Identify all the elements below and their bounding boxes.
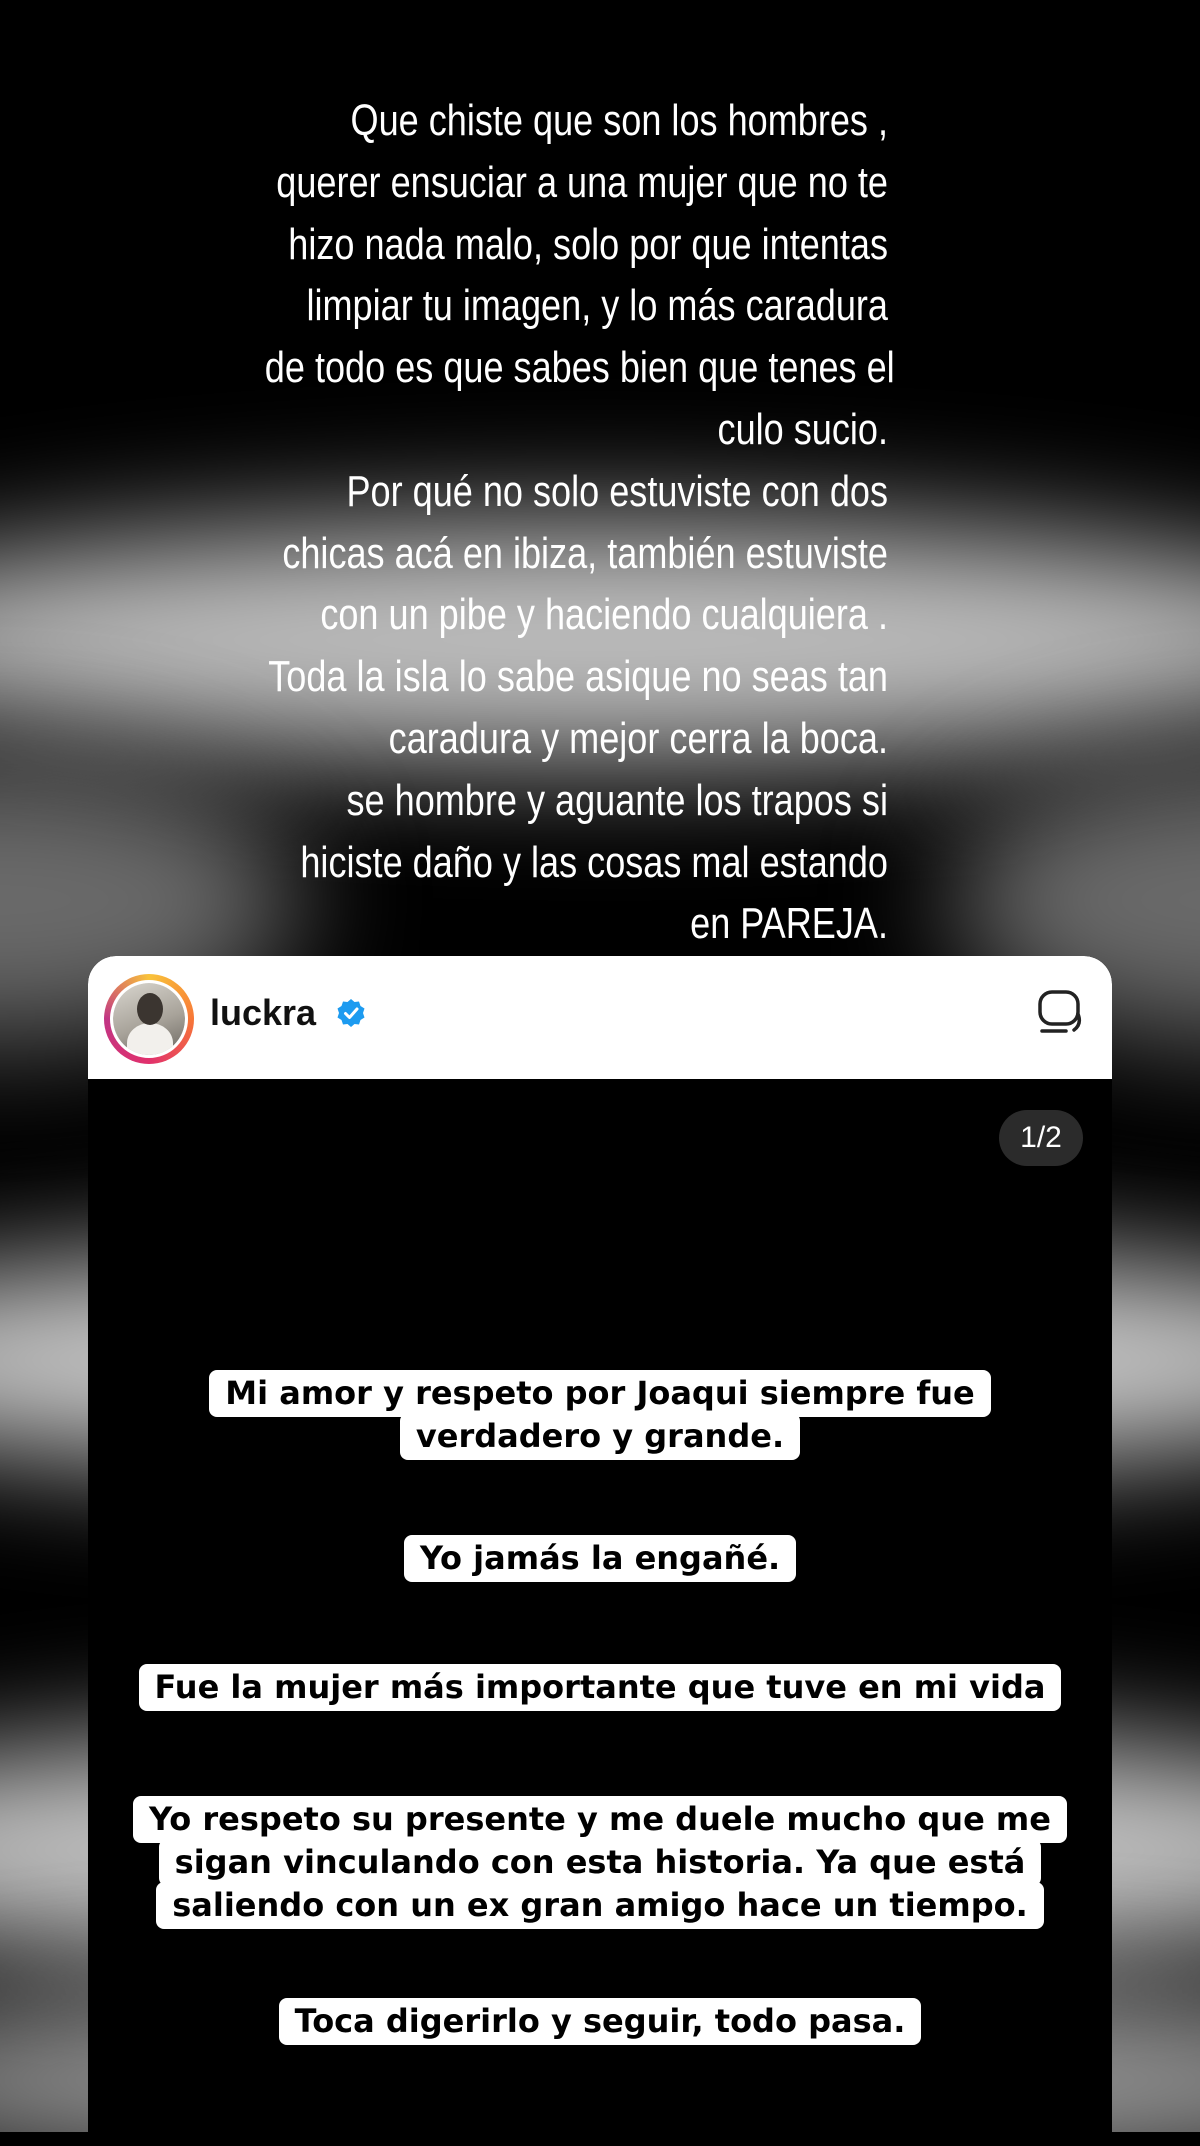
message-block: Yo jamás la engañé. xyxy=(88,1535,1112,1582)
message-line: Yo jamás la engañé. xyxy=(403,1535,797,1582)
message-line: Toca digerirlo y seguir, todo pasa. xyxy=(278,1998,922,2045)
story-text-line: hiciste daño y las cosas mal estando xyxy=(300,837,888,887)
story-text-line: con un pibe y haciendo cualquiera . xyxy=(320,590,888,640)
message-block: Toca digerirlo y seguir, todo pasa. xyxy=(88,1998,1112,2045)
post-header: luckra xyxy=(88,956,1112,1079)
username-link[interactable]: luckra xyxy=(210,992,316,1034)
message-line: Mi amor y respeto por Joaqui siempre fue xyxy=(209,1370,991,1417)
page-counter: 1/2 xyxy=(999,1110,1083,1166)
shared-post[interactable]: luckra 1/2 Mi amor y respeto por Joaqui … xyxy=(88,956,1112,2146)
story-text-line: Por qué no solo estuviste con dos xyxy=(346,466,888,516)
message-bubble-icon[interactable] xyxy=(1032,984,1088,1040)
message-block: Yo respeto su presente y me duele mucho … xyxy=(88,1796,1112,1929)
message-line: Yo respeto su presente y me duele mucho … xyxy=(133,1796,1067,1843)
message-block: Fue la mujer más importante que tuve en … xyxy=(88,1664,1112,1711)
message-block: Mi amor y respeto por Joaqui siempre fue… xyxy=(88,1370,1112,1460)
story-text-line: de todo es que sabes bien que tenes el xyxy=(264,343,895,393)
story-text-line: querer ensuciar a una mujer que no te xyxy=(276,157,888,207)
story-text-line: caradura y mejor cerra la boca. xyxy=(388,713,888,763)
story-text-line: chicas acá en ibiza, también estuviste xyxy=(282,528,888,578)
message-line: verdadero y grande. xyxy=(399,1413,801,1460)
story-text-line: culo sucio. xyxy=(717,404,888,454)
story-text-line: se hombre y aguante los trapos si xyxy=(346,775,888,825)
message-line: Fue la mujer más importante que tuve en … xyxy=(138,1664,1062,1711)
verified-badge-icon xyxy=(337,999,365,1027)
story-text-line: limpiar tu imagen, y lo más caradura xyxy=(306,281,888,331)
story-text-line: Que chiste que son los hombres , xyxy=(350,96,888,145)
avatar[interactable] xyxy=(104,974,194,1064)
profile-photo-icon xyxy=(110,980,188,1058)
story-text-line: Toda la isla lo sabe asique no seas tan xyxy=(268,652,888,702)
story-text-line: en PAREJA. xyxy=(690,899,888,949)
message-line: saliendo con un ex gran amigo hace un ti… xyxy=(156,1882,1044,1929)
message-line: sigan vinculando con esta historia. Ya q… xyxy=(158,1839,1042,1886)
story-text: Que chiste que son los hombres , querer … xyxy=(264,90,895,955)
story-text-line: hizo nada malo, solo por que intentas xyxy=(288,219,889,269)
